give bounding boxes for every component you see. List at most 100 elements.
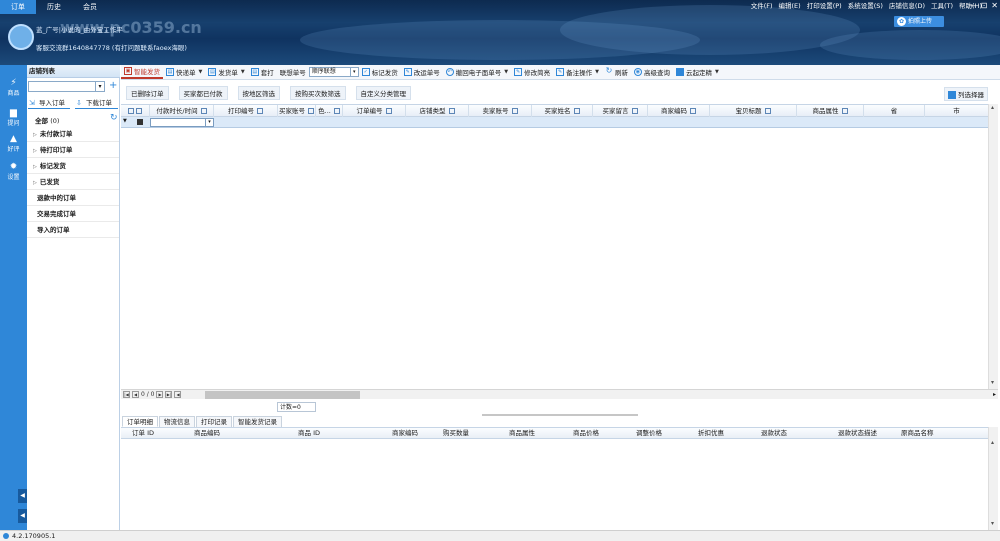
collapse-arrow-icon[interactable]: ◀ [18, 489, 27, 503]
add-shop-icon[interactable]: + [109, 80, 117, 91]
menu-edit[interactable]: 编辑(E) [779, 0, 801, 13]
menu-system-settings[interactable]: 系统设置(S) [848, 0, 883, 13]
restore-button[interactable]: ⊡ [981, 1, 988, 10]
menu-tools[interactable]: 工具(T) [931, 0, 953, 13]
nav-reviews[interactable]: ▲ 好评 [0, 135, 27, 154]
scroll-left-icon[interactable]: ◀ [174, 391, 182, 398]
sidebar-item-label: 未付款订单 [39, 130, 73, 138]
sidebar-item-shipped[interactable]: ▷ 已发货 [27, 175, 119, 190]
col-merchant-code[interactable]: 商家编码 [648, 105, 710, 117]
sidebar-item-mark-shipped[interactable]: ▷ 标记发货 [27, 159, 119, 174]
scroll-down-icon[interactable]: ▾ [991, 379, 994, 386]
horizontal-scroll-thumb[interactable] [205, 391, 360, 399]
col-shop-type[interactable]: 店铺类型 [406, 105, 469, 117]
sidebar-item-completed[interactable]: 交易完成订单 [27, 207, 119, 222]
detail-col-refund-status[interactable]: 退款状态 [761, 428, 787, 439]
all-orders-item[interactable]: 全部 (0) [35, 115, 59, 125]
sidebar-item-to-print[interactable]: ▷ 待打印订单 [27, 143, 119, 158]
shop-select[interactable]: ▾ [28, 81, 105, 92]
detail-col-quantity[interactable]: 购买数量 [443, 428, 469, 439]
first-page-icon[interactable]: |◀ [123, 391, 130, 398]
filter-combo[interactable]: ▾ [150, 118, 214, 127]
tab-logistics[interactable]: 物流信息 [159, 416, 195, 427]
mark-ship-button[interactable]: ✓ 标记发货 [359, 66, 401, 79]
buyer-paid-button[interactable]: 买家都已付款 [178, 85, 228, 100]
scroll-down-icon[interactable]: ▾ [991, 520, 994, 527]
minimize-button[interactable]: — [969, 1, 977, 10]
cloud-print-button[interactable]: 云起定精 ▼ [673, 66, 722, 79]
detail-col-attr[interactable]: 商品属性 [509, 428, 535, 439]
detail-col-item-id[interactable]: 商品 ID [298, 428, 320, 439]
tab-members[interactable]: 会员 [72, 0, 108, 14]
tab-order-detail[interactable]: 订单明细 [122, 416, 158, 427]
menu-file[interactable]: 文件(F) [751, 0, 773, 13]
modify-brief-button[interactable]: ✎ 修改简亮 [511, 66, 553, 79]
recycle-waybill-button[interactable]: ↶ 撤回电子面单号 ▼ [443, 66, 511, 79]
photo-upload-button[interactable]: ✿ 拍照上传 [894, 16, 944, 27]
refresh-icon[interactable]: ↻ [110, 113, 118, 123]
col-order-no[interactable]: 订单编号 [343, 105, 406, 117]
scroll-up-icon[interactable]: ▴ [991, 439, 994, 446]
nav-questions[interactable]: ▆ 提问 [0, 109, 27, 128]
col-buyer-name[interactable]: 买家姓名 [532, 105, 593, 117]
detail-col-item-code[interactable]: 商品编码 [194, 428, 220, 439]
order-grid-body[interactable] [121, 128, 988, 387]
col-pay-time[interactable]: 付款时长/时间 [150, 105, 214, 117]
custom-category-button[interactable]: 自定义分类管理 [355, 85, 411, 100]
close-button[interactable]: ✕ [991, 1, 998, 10]
link-mode-select[interactable]: 顺序联想 ▾ [308, 67, 359, 77]
refresh-button[interactable]: ↻ 刷新 [602, 66, 631, 79]
filter-by-purchases-button[interactable]: 按购买次数筛选 [290, 85, 346, 100]
tab-print-log[interactable]: 打印记录 [196, 416, 232, 427]
grid-vertical-scrollbar[interactable]: ▴ ▾ [988, 104, 998, 389]
express-sheet-button[interactable]: ▤ 快递单 ▼ [163, 66, 205, 79]
column-selector-button[interactable]: 列选择器 [944, 87, 988, 101]
select-all-checkbox[interactable] [121, 105, 150, 117]
detail-col-adjusted-price[interactable]: 调整价格 [636, 428, 662, 439]
filter-checkbox[interactable] [137, 119, 143, 125]
detail-vertical-scrollbar[interactable]: ▴ ▾ [988, 427, 998, 530]
col-color[interactable]: 色... [316, 105, 343, 117]
sidebar-item-refunding[interactable]: 退款中的订单 [27, 191, 119, 206]
prev-page-icon[interactable]: ◀ [132, 391, 139, 398]
template-print-button[interactable]: ▤ 套打 [248, 66, 277, 79]
last-page-icon[interactable]: ▶| [165, 391, 173, 398]
deleted-orders-button[interactable]: 已删除订单 [126, 85, 169, 100]
detail-col-price[interactable]: 商品价格 [573, 428, 599, 439]
menu-shop-info[interactable]: 店铺信息(D) [889, 0, 925, 13]
col-item-title[interactable]: 宝贝标题 [710, 105, 797, 117]
detail-col-merchant-code[interactable]: 商家编码 [392, 428, 418, 439]
filter-by-region-button[interactable]: 按地区筛选 [237, 85, 280, 100]
advanced-query-button[interactable]: ◉ 高级查询 [631, 66, 673, 79]
smart-ship-button[interactable]: ▣ 智能发货 [121, 66, 163, 79]
col-buyer-message[interactable]: 买家留言 [593, 105, 648, 117]
scroll-right-icon[interactable]: ▸ [993, 390, 996, 400]
ship-sheet-button[interactable]: ▤ 发货单 ▼ [205, 66, 247, 79]
nav-products[interactable]: ⚡ 商品 [0, 79, 27, 98]
detail-col-original-name[interactable]: 原商品名称 [901, 428, 934, 439]
menu-print-settings[interactable]: 打印设置(P) [807, 0, 842, 13]
collapse-sidebar-icon[interactable]: ◀ [18, 509, 27, 523]
col-print-no[interactable]: 打印编号 [214, 105, 278, 117]
col-seller-account[interactable]: 卖家账号 [469, 105, 532, 117]
col-city[interactable]: 市 [925, 105, 988, 117]
tab-history[interactable]: 历史 [36, 0, 72, 14]
sidebar-item-unpaid[interactable]: ▷ 未付款订单 [27, 127, 119, 142]
sidebar-item-imported[interactable]: 导入的订单 [27, 223, 119, 238]
remark-button[interactable]: ✎ 备注操作 ▼ [553, 66, 602, 79]
detail-col-order-id[interactable]: 订单 ID [132, 428, 154, 439]
next-page-icon[interactable]: ▶ [156, 391, 164, 398]
download-orders-button[interactable]: ⇩ 下载订单 [75, 98, 118, 109]
scroll-up-icon[interactable]: ▴ [991, 104, 994, 111]
tab-orders[interactable]: 订单 [0, 0, 36, 14]
col-buyer-account[interactable]: 买家账号 [278, 105, 316, 117]
import-orders-button[interactable]: ⇲ 导入订单 [28, 98, 70, 109]
nav-settings[interactable]: ✹ 设置 [0, 163, 27, 182]
col-province[interactable]: 省 [864, 105, 925, 117]
detail-col-discount[interactable]: 折扣优惠 [698, 428, 724, 439]
col-item-attr[interactable]: 商品属性 [797, 105, 864, 117]
tab-smart-ship-log[interactable]: 智能发货记录 [233, 416, 282, 427]
change-tracking-button[interactable]: ✎ 改运单号 [401, 66, 443, 79]
panel-splitter[interactable] [482, 414, 638, 416]
detail-col-refund-desc[interactable]: 退款状态描述 [838, 428, 877, 439]
